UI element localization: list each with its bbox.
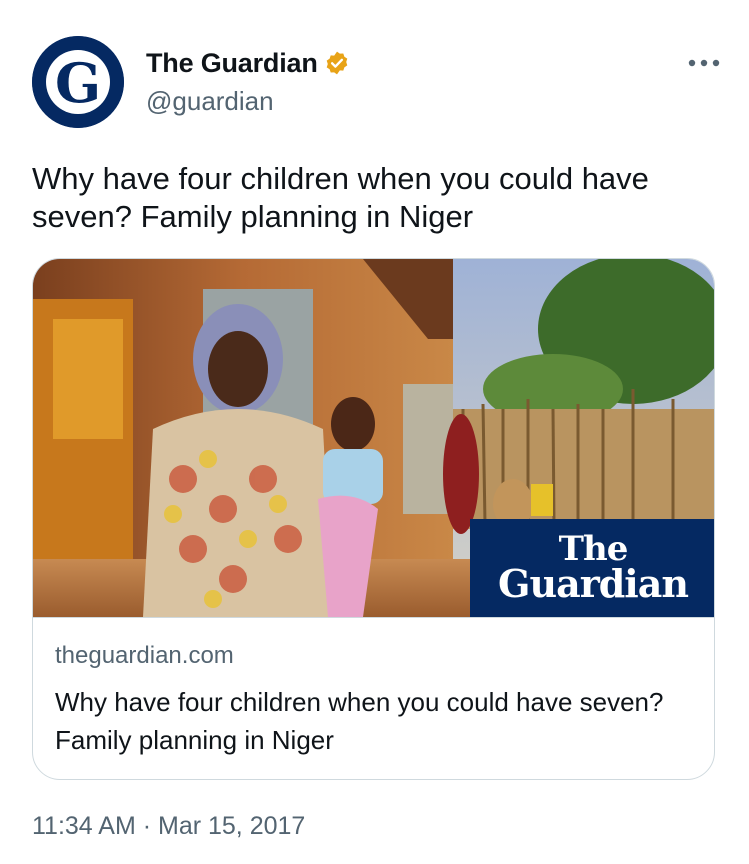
avatar[interactable]: G <box>32 36 124 128</box>
display-name[interactable]: The Guardian <box>146 48 318 79</box>
more-horizontal-icon <box>688 59 720 67</box>
tweet-header: G The Guardian @guardian <box>32 36 722 136</box>
tweet-text: Why have four children when you could ha… <box>32 161 649 234</box>
card-domain: theguardian.com <box>55 642 234 669</box>
more-options-button[interactable] <box>684 48 724 78</box>
logo-line-2: Guardian <box>498 561 689 606</box>
name-row: The Guardian <box>146 46 350 80</box>
guardian-logo-icon: G <box>32 36 124 128</box>
handle[interactable]: @guardian <box>146 86 274 117</box>
verified-badge-icon[interactable] <box>324 50 350 76</box>
tweet-timestamp[interactable]: 11:34 AM · Mar 15, 2017 <box>32 812 305 841</box>
avatar-letter: G <box>55 51 101 115</box>
card-meta: theguardian.com Why have four children w… <box>55 641 695 759</box>
link-preview-card[interactable]: The Guardian theguardian.com Why have fo… <box>32 258 715 780</box>
card-title: Why have four children when you could ha… <box>55 687 664 755</box>
guardian-logo-overlay: The Guardian <box>470 519 714 617</box>
card-image[interactable]: The Guardian <box>33 259 714 618</box>
